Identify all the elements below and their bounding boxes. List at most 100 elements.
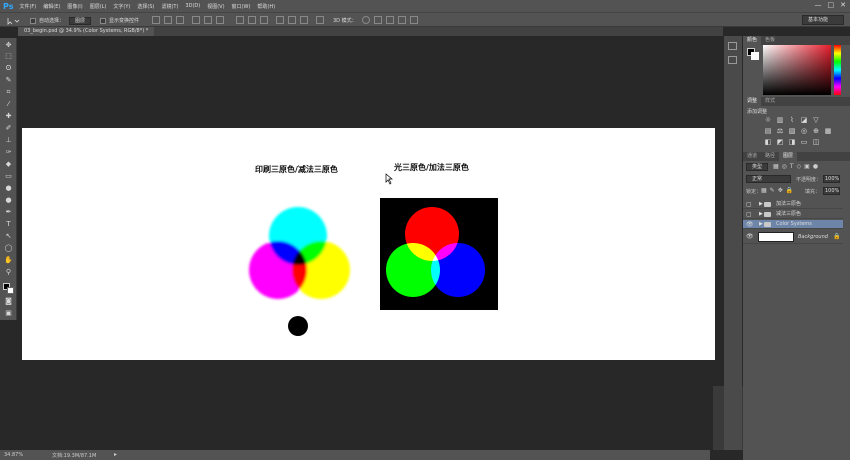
visibility-toggle[interactable]: ▢ [746,210,752,219]
tab-swatches[interactable]: 色板 [761,36,779,45]
properties-panel-icon[interactable] [728,56,737,64]
align-vcenter-icon[interactable] [164,16,172,24]
quick-select-tool-icon[interactable]: ✎ [3,75,14,85]
close-button[interactable]: ✕ [840,1,846,9]
3d-scale-icon[interactable] [410,16,418,24]
crop-tool-icon[interactable]: ⌗ [3,87,14,97]
selective-color-icon[interactable]: ◫ [812,139,820,146]
hand-tool-icon[interactable]: ✋ [3,255,14,265]
dodge-tool-icon[interactable]: ● [3,195,14,205]
tab-channels[interactable]: 通道 [743,152,761,161]
menu-view[interactable]: 视图(V) [207,3,224,10]
layer-row[interactable]: 👁 Background 🔒 [743,230,843,244]
auto-select-checkbox[interactable] [30,17,36,24]
posterize-icon[interactable]: ◩ [776,139,784,146]
blur-tool-icon[interactable]: ● [3,183,14,193]
lock-icons[interactable]: ▦✎✥🔒 [761,187,796,194]
gradient-tool-icon[interactable]: ▭ [3,171,14,181]
zoom-level[interactable]: 34.87% [4,452,23,458]
distribute-hcenter-icon[interactable] [288,16,296,24]
align-right-icon[interactable] [216,16,224,24]
brightness-icon[interactable]: ☼ [764,117,772,124]
distribute-right-icon[interactable] [300,16,308,24]
screen-mode-icon[interactable]: ▣ [3,308,14,318]
hue-saturation-icon[interactable]: ▤ [764,128,772,135]
tab-adjustments[interactable]: 调整 [743,97,762,106]
expand-arrow-icon[interactable]: ▶ [759,200,763,209]
color-balance-icon[interactable]: ⚖ [776,128,784,135]
workspace-dropdown[interactable]: 基本功能 [802,15,844,25]
distribute-left-icon[interactable] [276,16,284,24]
blend-mode-dropdown[interactable]: 正常 [746,175,791,183]
distribute-vcenter-icon[interactable] [248,16,256,24]
minimize-button[interactable]: — [815,1,822,9]
black-white-icon[interactable]: ▧ [788,128,796,135]
photo-filter-icon[interactable]: ◎ [800,128,808,135]
align-bottom-icon[interactable] [176,16,184,24]
maximize-button[interactable]: □ [828,1,835,9]
expand-arrow-icon[interactable]: ▶ [759,220,763,229]
layer-row-selected[interactable]: 👁 ▶ Color Systems [743,220,843,229]
color-lookup-icon[interactable]: ▦ [824,128,832,135]
background-color-swatch[interactable] [7,287,14,294]
shape-tool-icon[interactable]: ◯ [3,243,14,253]
tab-paths[interactable]: 路径 [761,152,779,161]
eraser-tool-icon[interactable]: ◆ [3,159,14,169]
layer-row[interactable]: ▢ ▶ 加法三原色 [743,200,843,209]
layer-row[interactable]: ▢ ▶ 减法三原色 [743,210,843,219]
eye-icon[interactable]: 👁 [746,220,754,229]
move-tool-icon[interactable]: ✥ [3,40,14,50]
3d-slide-icon[interactable] [398,16,406,24]
history-brush-tool-icon[interactable]: ✑ [3,147,14,157]
path-select-tool-icon[interactable]: ↖ [3,231,14,241]
invert-icon[interactable]: ◧ [764,139,772,146]
align-left-icon[interactable] [192,16,200,24]
gradient-map-icon[interactable]: ▭ [800,139,808,146]
expand-arrow-icon[interactable]: ▶ [759,210,763,219]
distribute-bottom-icon[interactable] [260,16,268,24]
eyedropper-tool-icon[interactable]: ⁄ [3,99,14,109]
threshold-icon[interactable]: ◨ [788,139,796,146]
menu-type[interactable]: 文字(Y) [113,3,130,10]
menu-layer[interactable]: 图层(L) [90,3,107,10]
healing-brush-tool-icon[interactable]: ✚ [3,111,14,121]
marquee-tool-icon[interactable]: ⬚ [3,51,14,61]
vibrance-icon[interactable]: ▽ [812,117,820,124]
fill-input[interactable]: 100% [823,187,840,195]
hue-slider[interactable] [834,45,841,95]
3d-pan-icon[interactable] [386,16,394,24]
canvas[interactable]: 印刷三原色/减法三原色 光三原色/加法三原色 [22,128,715,360]
menu-window[interactable]: 窗口(W) [232,3,251,10]
menu-image[interactable]: 图像(I) [67,3,82,10]
channel-mixer-icon[interactable]: ⊕ [812,128,820,135]
show-transform-checkbox[interactable] [100,17,106,24]
distribute-top-icon[interactable] [236,16,244,24]
move-tool-preset[interactable] [6,16,20,25]
tab-layers[interactable]: 图层 [779,152,798,161]
exposure-icon[interactable]: ◪ [800,117,808,124]
clone-stamp-tool-icon[interactable]: ⊥ [3,135,14,145]
zoom-tool-icon[interactable]: ⚲ [3,267,14,277]
opacity-input[interactable]: 100% [823,175,840,183]
menu-filter[interactable]: 滤镜(T) [161,3,178,10]
auto-align-icon[interactable] [316,16,324,24]
menu-file[interactable]: 文件(F) [19,3,36,10]
lasso-tool-icon[interactable]: ʘ [3,63,14,73]
type-tool-icon[interactable]: T [3,219,14,229]
menu-edit[interactable]: 编辑(E) [43,3,60,10]
document-tab[interactable]: 03_begin.psd @ 34.9% (Color Systems, RGB… [18,27,155,36]
menu-select[interactable]: 选择(S) [137,3,154,10]
status-menu-arrow-icon[interactable]: ▸ [114,451,117,458]
history-panel-icon[interactable] [728,42,737,50]
eye-icon[interactable]: 👁 [746,230,754,244]
align-hcenter-icon[interactable] [204,16,212,24]
quick-mask-icon[interactable]: ◙ [3,296,14,306]
menu-help[interactable]: 帮助(H) [257,3,275,10]
menu-3d[interactable]: 3D(D) [185,3,200,9]
tab-color[interactable]: 颜色 [743,36,762,45]
layer-kind-filter[interactable]: 类型 [746,163,768,171]
3d-rotate-icon[interactable] [362,16,370,24]
layer-filter-icons[interactable]: ▦◎T◇▣● [773,163,843,171]
auto-select-dropdown[interactable]: 图层 [69,16,92,25]
curves-icon[interactable]: ⌇ [788,117,796,124]
